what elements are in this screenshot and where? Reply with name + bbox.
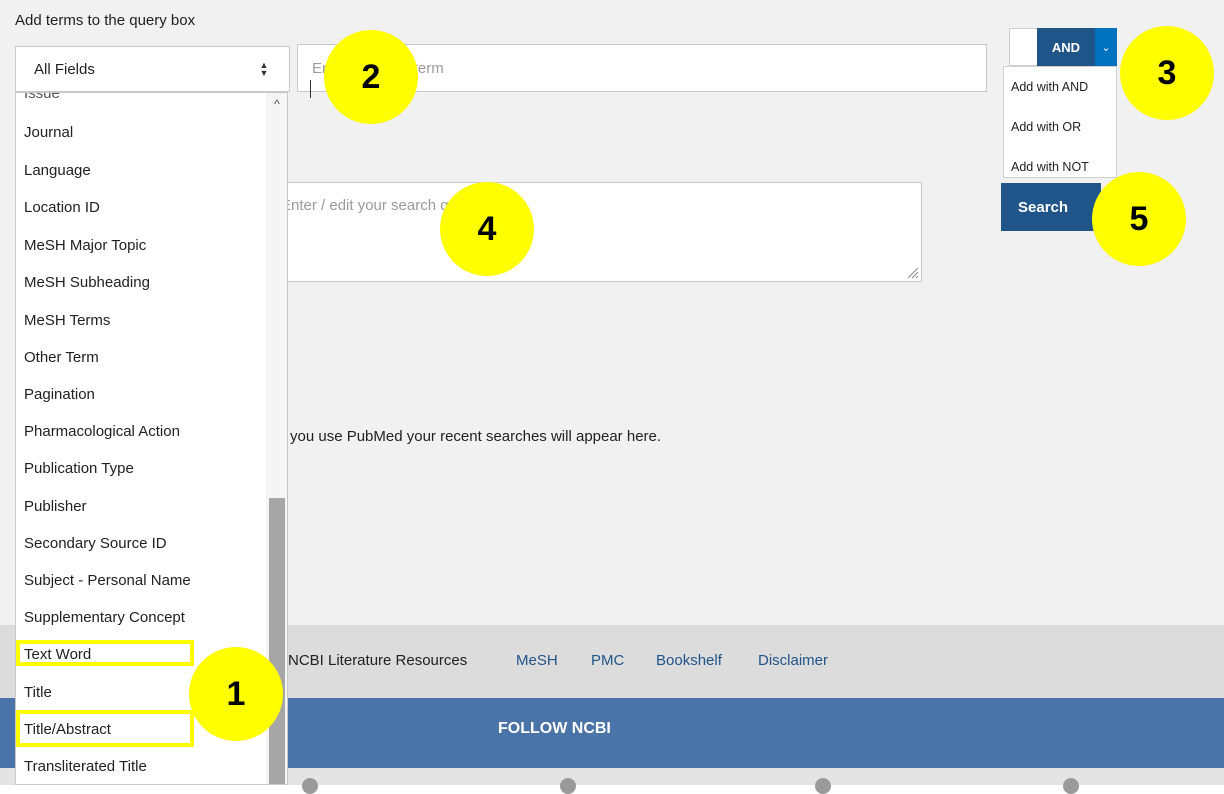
field-option-publisher[interactable]: Publisher — [24, 498, 87, 515]
add-with-and-button[interactable]: AND — [1037, 28, 1095, 66]
builder-heading: Add terms to the query box — [15, 12, 196, 29]
field-option-location-id[interactable]: Location ID — [24, 199, 100, 216]
menu-item-add-with-not[interactable]: Add with NOT — [1011, 160, 1089, 174]
field-option-pharmacological-action[interactable]: Pharmacological Action — [24, 423, 180, 440]
footer-link-bookshelf[interactable]: Bookshelf — [656, 652, 722, 669]
and-dropdown-toggle[interactable]: ⌄ — [1095, 28, 1117, 66]
menu-item-add-with-or[interactable]: Add with OR — [1011, 120, 1081, 134]
callout-4: 4 — [440, 182, 534, 276]
field-option-pagination[interactable]: Pagination — [24, 386, 95, 403]
text-caret — [310, 80, 311, 98]
callout-1: 1 — [189, 647, 283, 741]
field-option-title[interactable]: Title — [24, 684, 52, 701]
query-box[interactable]: Enter / edit your search query here — [270, 182, 922, 282]
footer-link-ncbi-literature[interactable]: NCBI Literature Resources — [288, 652, 467, 669]
scroll-up-arrow-icon[interactable]: ^ — [266, 97, 287, 111]
social-icon[interactable] — [815, 778, 831, 794]
footer-link-pmc[interactable]: PMC — [591, 652, 624, 669]
footer-link-mesh[interactable]: MeSH — [516, 652, 558, 669]
field-option-other-term[interactable]: Other Term — [24, 349, 99, 366]
field-option-journal[interactable]: Journal — [24, 124, 73, 141]
highlight-box-text-word — [16, 640, 194, 666]
social-icon[interactable] — [302, 778, 318, 794]
social-icon[interactable] — [560, 778, 576, 794]
field-option-secondary-source-id[interactable]: Secondary Source ID — [24, 535, 167, 552]
callout-5: 5 — [1092, 172, 1186, 266]
highlight-box-title-abstract — [16, 710, 194, 747]
callout-3: 3 — [1120, 26, 1214, 120]
footer-link-disclaimer[interactable]: Disclaimer — [758, 652, 828, 669]
field-option-mesh-subheading[interactable]: MeSH Subheading — [24, 274, 150, 291]
and-group-edge — [1009, 28, 1037, 66]
callout-2: 2 — [324, 30, 418, 124]
social-icon[interactable] — [1063, 778, 1079, 794]
field-option-supplementary-concept[interactable]: Supplementary Concept — [24, 609, 185, 626]
field-select-value: All Fields — [34, 60, 95, 78]
field-option-transliterated-title[interactable]: Transliterated Title — [24, 758, 147, 775]
scrollbar-thumb[interactable] — [269, 498, 285, 784]
chevron-down-icon: ⌄ — [1101, 41, 1111, 54]
field-option-language[interactable]: Language — [24, 162, 91, 179]
field-option-subject-personal-name[interactable]: Subject - Personal Name — [24, 572, 191, 589]
menu-item-add-with-and[interactable]: Add with AND — [1011, 80, 1088, 94]
follow-ncbi-heading: FOLLOW NCBI — [498, 720, 611, 737]
field-select[interactable]: All Fields ▲ ▼ — [15, 46, 290, 92]
field-option-issue[interactable]: Issue — [24, 93, 60, 102]
field-option-publication-type[interactable]: Publication Type — [24, 460, 134, 477]
select-arrows-icon: ▲ ▼ — [259, 60, 269, 78]
search-button[interactable]: Search — [1001, 183, 1101, 231]
field-option-mesh-major-topic[interactable]: MeSH Major Topic — [24, 237, 146, 254]
field-option-mesh-terms[interactable]: MeSH Terms — [24, 312, 110, 329]
add-operator-menu: Add with AND Add with OR Add with NOT — [1003, 66, 1117, 178]
resize-grip-icon[interactable] — [905, 265, 919, 279]
history-empty-message: you use PubMed your recent searches will… — [290, 428, 662, 445]
